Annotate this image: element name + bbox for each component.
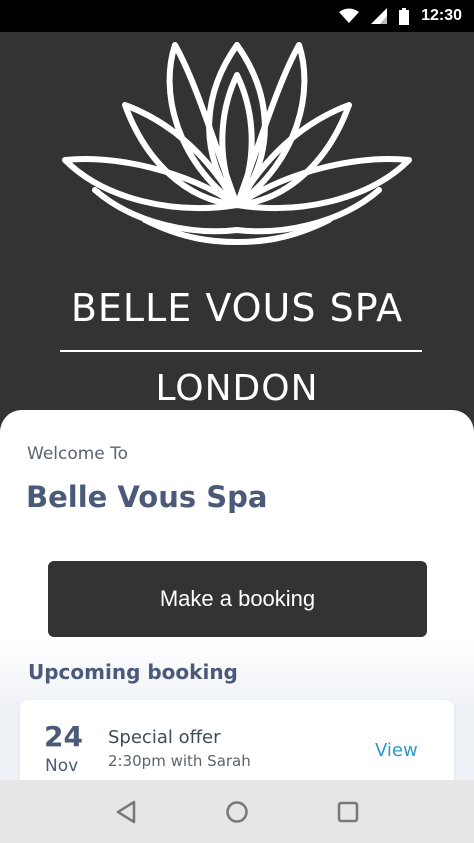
lotus-icon (55, 30, 419, 254)
battery-icon (399, 7, 410, 25)
booking-details: 2:30pm with Sarah (108, 752, 251, 770)
brand-divider (60, 350, 422, 352)
upcoming-booking-title: Upcoming booking (28, 660, 238, 684)
back-icon[interactable] (106, 792, 146, 832)
brand-city: LONDON (155, 368, 319, 409)
booking-month: Nov (45, 756, 79, 776)
status-bar: 12:30 (0, 0, 474, 32)
brand-name: BELLE VOUS SPA (70, 286, 404, 330)
status-time: 12:30 (421, 7, 462, 24)
wifi-icon (339, 8, 360, 24)
content-card: Welcome To Belle Vous Spa Make a booking… (0, 410, 474, 810)
make-booking-button[interactable]: Make a booking (48, 561, 427, 637)
recents-icon[interactable] (328, 792, 368, 832)
booking-day: 24 (44, 720, 83, 753)
booking-title: Special offer (108, 727, 221, 748)
home-icon[interactable] (217, 792, 257, 832)
signal-icon (371, 8, 388, 24)
view-booking-link[interactable]: View (375, 740, 418, 761)
welcome-subtitle: Welcome To (27, 444, 129, 464)
welcome-title: Belle Vous Spa (26, 480, 268, 514)
android-nav-bar (0, 780, 474, 843)
spa-header: BELLE VOUS SPA LONDON (0, 32, 474, 422)
